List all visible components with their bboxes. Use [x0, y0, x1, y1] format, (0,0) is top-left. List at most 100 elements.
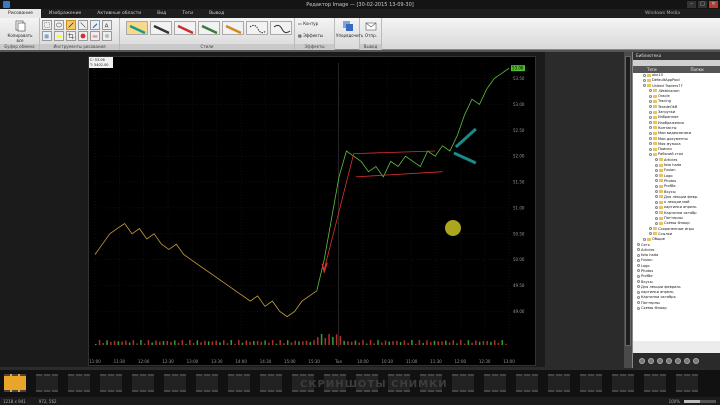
chart-canvas[interactable]: 11:00 11:30 12:00 12:30 13:00 13:30 14:00 14:30… [88, 56, 536, 366]
expand-circle-icon[interactable] [637, 258, 640, 262]
filmstrip-thumbnail[interactable] [36, 374, 58, 392]
expand-circle-icon[interactable] [649, 227, 652, 231]
filmstrip-thumbnail[interactable] [4, 374, 26, 392]
effects-button[interactable]: ▦ Эффекты [298, 33, 323, 38]
expand-circle-icon[interactable] [649, 94, 652, 98]
filmstrip-thumbnail[interactable] [644, 374, 666, 392]
filmstrip-thumbnail[interactable] [612, 374, 634, 392]
column-folders[interactable]: Папки [677, 66, 720, 73]
expand-circle-icon[interactable] [649, 115, 652, 119]
style-swatch-2[interactable] [150, 21, 172, 35]
expand-circle-icon[interactable] [649, 131, 652, 135]
select-tool[interactable] [42, 20, 52, 30]
send-button[interactable]: Отпр. [362, 20, 380, 38]
expand-circle-icon[interactable] [655, 205, 658, 209]
expand-circle-icon[interactable] [643, 84, 646, 88]
expand-circle-icon[interactable] [655, 195, 658, 199]
style-swatch-7[interactable] [270, 21, 292, 35]
expand-circle-icon[interactable] [649, 121, 652, 125]
filmstrip-thumbnail[interactable] [548, 374, 570, 392]
minimize-button[interactable]: – [687, 1, 696, 8]
expand-circle-icon[interactable] [655, 211, 658, 215]
expand-circle-icon[interactable] [637, 243, 640, 246]
filmstrip-thumbnail[interactable] [452, 374, 474, 392]
filmstrip-thumbnail[interactable] [132, 374, 154, 392]
fill-tool[interactable] [42, 31, 52, 41]
nav-circle-icon[interactable] [675, 357, 681, 364]
expand-circle-icon[interactable] [649, 99, 652, 103]
zoom-slider[interactable] [684, 399, 716, 403]
nav-circle-icon[interactable] [693, 357, 699, 364]
filmstrip-thumbnail[interactable] [196, 374, 218, 392]
expand-circle-icon[interactable] [637, 248, 640, 252]
eraser-tool[interactable] [90, 31, 100, 41]
arrow-tool[interactable] [66, 20, 76, 30]
copy-all-button[interactable]: Копировать все [4, 20, 36, 43]
expand-circle-icon[interactable] [655, 179, 658, 183]
column-tags[interactable]: Теги [633, 66, 677, 73]
expand-circle-icon[interactable] [649, 142, 652, 146]
tree-item[interactable]: Схемы Флоор [633, 306, 720, 311]
menu-item-active-areas[interactable]: Активные области [89, 9, 149, 18]
scrollbar-thumb[interactable] [625, 56, 631, 346]
expand-circle-icon[interactable] [649, 110, 652, 114]
crop-tool[interactable] [66, 31, 76, 41]
filmstrip-thumbnail[interactable] [68, 374, 90, 392]
nav-circle-icon[interactable] [666, 357, 672, 364]
menu-item-output[interactable]: Вывод [201, 9, 232, 18]
expand-circle-icon[interactable] [637, 290, 640, 294]
filmstrip-thumbnail[interactable] [228, 374, 250, 392]
menu-item-tags[interactable]: Теги [174, 9, 201, 18]
expand-circle-icon[interactable] [637, 264, 640, 268]
expand-circle-icon[interactable] [637, 301, 640, 305]
pen-tool[interactable] [90, 20, 100, 30]
expand-circle-icon[interactable] [655, 216, 658, 220]
text-tool[interactable]: A [102, 20, 112, 30]
nav-circle-icon[interactable] [657, 357, 663, 364]
filmstrip-thumbnail[interactable] [484, 374, 506, 392]
nav-circle-icon[interactable] [639, 357, 645, 364]
expand-circle-icon[interactable] [655, 174, 658, 178]
filmstrip-thumbnail[interactable] [164, 374, 186, 392]
maximize-button[interactable]: □ [698, 1, 707, 8]
expand-circle-icon[interactable] [655, 200, 658, 204]
expand-circle-icon[interactable] [643, 78, 646, 82]
close-button[interactable]: ✕ [709, 1, 718, 8]
expand-circle-icon[interactable] [655, 163, 658, 167]
menu-item-image[interactable]: Изображение [41, 9, 89, 18]
arrange-button[interactable]: Упорядочить [336, 20, 363, 38]
expand-circle-icon[interactable] [637, 295, 640, 299]
expand-circle-icon[interactable] [643, 237, 646, 241]
highlight-tool[interactable] [54, 31, 64, 41]
expand-circle-icon[interactable] [649, 89, 652, 93]
filmstrip-thumbnail[interactable] [676, 374, 698, 392]
filmstrip-thumbnail[interactable] [580, 374, 602, 392]
menu-item-drawing[interactable]: Рисование [0, 9, 41, 18]
canvas-scrollbar[interactable] [624, 52, 632, 368]
stamp-tool[interactable] [78, 31, 88, 41]
expand-circle-icon[interactable] [655, 184, 658, 188]
nav-circle-icon[interactable] [684, 357, 690, 364]
expand-circle-icon[interactable] [649, 152, 652, 156]
blur-tool[interactable] [102, 31, 112, 41]
style-swatch-5[interactable] [222, 21, 244, 35]
menu-item-view[interactable]: Вид [149, 9, 174, 18]
filmstrip-thumbnail[interactable] [100, 374, 122, 392]
filmstrip-thumbnail[interactable] [516, 374, 538, 392]
expand-circle-icon[interactable] [649, 147, 652, 151]
expand-circle-icon[interactable] [637, 280, 640, 284]
expand-circle-icon[interactable] [649, 126, 652, 130]
expand-circle-icon[interactable] [655, 168, 658, 172]
line-tool[interactable] [78, 20, 88, 30]
filmstrip-thumbnail[interactable] [260, 374, 282, 392]
expand-circle-icon[interactable] [655, 158, 658, 162]
style-swatch-6[interactable] [246, 21, 268, 35]
style-swatch-1[interactable] [126, 21, 148, 35]
expand-circle-icon[interactable] [637, 306, 640, 310]
expand-circle-icon[interactable] [637, 269, 640, 273]
expand-circle-icon[interactable] [649, 232, 652, 236]
expand-circle-icon[interactable] [649, 137, 652, 141]
expand-circle-icon[interactable] [637, 274, 640, 278]
nav-circle-icon[interactable] [648, 357, 654, 364]
expand-circle-icon[interactable] [655, 190, 658, 194]
